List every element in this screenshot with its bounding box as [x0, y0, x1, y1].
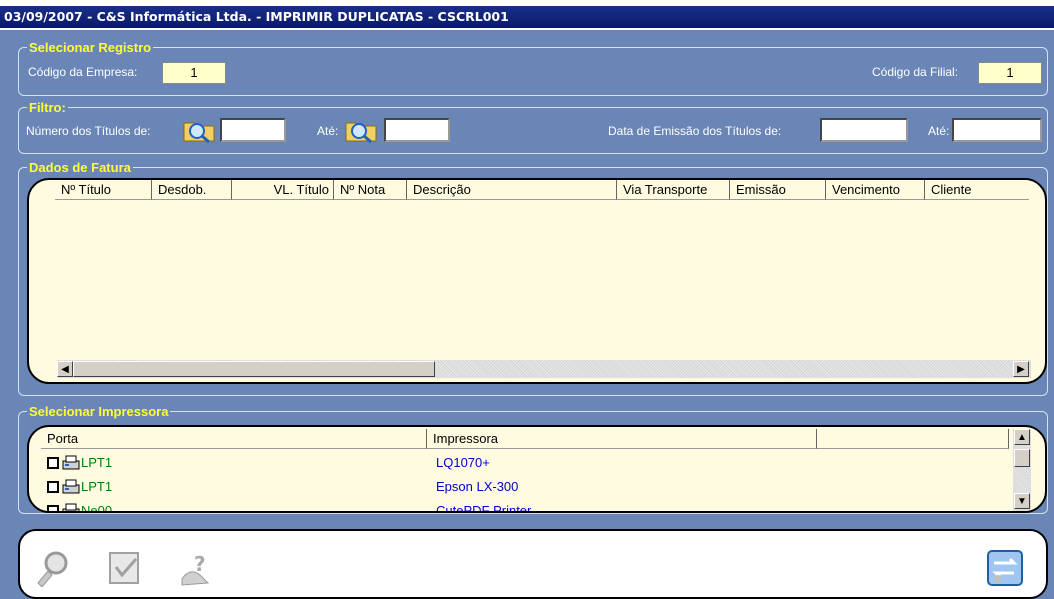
scroll-thumb-vertical[interactable]: [1014, 449, 1030, 467]
col-header-emissao[interactable]: Emissão: [730, 180, 826, 200]
window-title: 03/09/2007 - C&S Informática Ltda. - IMP…: [0, 6, 1054, 28]
scroll-right-button[interactable]: ▶: [1013, 361, 1029, 377]
numero-titulos-de-input[interactable]: [220, 118, 286, 142]
printer-row[interactable]: Ne00 CutePDF Printer: [47, 501, 1007, 513]
printer-name: CutePDF Printer: [436, 503, 532, 513]
col-header-vl-titulo[interactable]: VL. Título: [232, 180, 334, 200]
printer-icon: [62, 455, 80, 470]
printer-port: LPT1: [81, 455, 113, 470]
impressora-grid[interactable]: Porta Impressora LPT1 LQ1070+ LPT1 Epson…: [27, 425, 1047, 513]
printer-port: LPT1: [81, 479, 113, 494]
find-icon[interactable]: [34, 549, 72, 587]
ate-label-1: Até:: [317, 124, 339, 138]
col-header-vencimento[interactable]: Vencimento: [826, 180, 925, 200]
printer-checkbox[interactable]: [47, 505, 59, 511]
search-folder-icon[interactable]: [344, 117, 378, 143]
col-header-n-titulo[interactable]: Nº Título: [55, 180, 152, 200]
exit-icon[interactable]: [986, 549, 1024, 587]
codigo-filial-field[interactable]: 1: [978, 62, 1042, 84]
ate-label-2: Até:: [928, 124, 950, 138]
col-header-cliente[interactable]: Cliente: [925, 180, 1029, 200]
scroll-down-button[interactable]: ▼: [1014, 493, 1030, 509]
selecionar-registro-legend: Selecionar Registro: [29, 40, 152, 55]
col-header-porta[interactable]: Porta: [41, 429, 427, 449]
scroll-left-button[interactable]: ◀: [57, 361, 73, 377]
scroll-thumb[interactable]: [73, 361, 435, 377]
col-header-via-transporte[interactable]: Via Transporte: [617, 180, 730, 200]
svg-text:?: ?: [194, 552, 206, 576]
printer-checkbox[interactable]: [47, 457, 59, 469]
data-emissao-label: Data de Emissão dos Títulos de:: [608, 124, 782, 138]
col-header-desdob[interactable]: Desdob.: [152, 180, 232, 200]
printer-row[interactable]: LPT1 Epson LX-300: [47, 477, 1007, 497]
window-titlebar: 03/09/2007 - C&S Informática Ltda. - IMP…: [0, 0, 1054, 30]
printer-name: LQ1070+: [436, 455, 490, 470]
printer-name: Epson LX-300: [436, 479, 519, 494]
bottom-toolbar: ?: [18, 529, 1048, 599]
printer-checkbox[interactable]: [47, 481, 59, 493]
col-header-descricao[interactable]: Descrição: [407, 180, 617, 200]
numero-titulos-label: Número dos Títulos de:: [26, 124, 151, 138]
printer-icon: [62, 503, 80, 511]
help-icon[interactable]: ?: [176, 549, 214, 587]
search-folder-icon[interactable]: [182, 117, 216, 143]
printer-icon: [62, 479, 80, 494]
codigo-empresa-label: Código da Empresa:: [28, 65, 138, 79]
selecionar-impressora-legend: Selecionar Impressora: [29, 404, 169, 419]
col-header-n-nota[interactable]: Nº Nota: [334, 180, 407, 200]
filtro-legend: Filtro:: [29, 100, 66, 115]
vertical-scrollbar[interactable]: ▲ ▼: [1013, 429, 1031, 511]
codigo-empresa-field[interactable]: 1: [162, 62, 226, 84]
numero-titulos-ate-input[interactable]: [384, 118, 450, 142]
data-emissao-ate-input[interactable]: [952, 118, 1042, 142]
horizontal-scrollbar[interactable]: ◀ ▶: [57, 360, 1031, 378]
printer-port: Ne00: [81, 503, 113, 513]
col-header-extra[interactable]: [817, 429, 1009, 449]
col-header-impressora[interactable]: Impressora: [427, 429, 817, 449]
codigo-filial-label: Código da Filial:: [872, 65, 959, 79]
printer-row[interactable]: LPT1 LQ1070+: [47, 453, 1007, 473]
scroll-up-button[interactable]: ▲: [1014, 429, 1030, 445]
dados-fatura-grid[interactable]: Nº Título Desdob. VL. Título Nº Nota Des…: [27, 178, 1047, 384]
dados-fatura-legend: Dados de Fatura: [29, 160, 131, 175]
data-emissao-de-input[interactable]: [820, 118, 908, 142]
confirm-icon[interactable]: [106, 549, 144, 587]
